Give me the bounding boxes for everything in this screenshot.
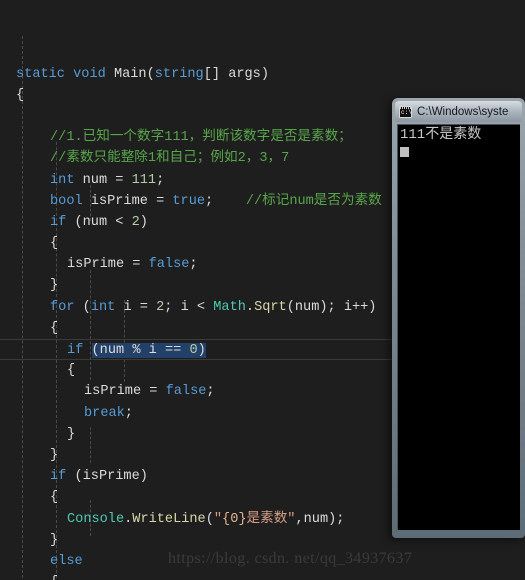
code-line[interactable]: static void Main(string[] args) (0, 64, 525, 85)
code-token: Console (67, 511, 125, 527)
code-token: { (50, 320, 59, 336)
code-token: } (50, 278, 59, 294)
code-token: ; (124, 405, 133, 421)
code-token: i (148, 343, 165, 359)
code-token: //标记num是否为素数 (245, 193, 382, 209)
console-window[interactable]: C:\Windows\syste 111不是素数 (392, 98, 525, 538)
code-token: break (84, 405, 125, 421)
code-token: } (50, 532, 59, 548)
code-token: void (73, 66, 106, 82)
code-token: { (16, 87, 25, 103)
code-token: = (149, 384, 166, 400)
code-token: (num); i++) (286, 299, 377, 315)
console-titlebar[interactable]: C:\Windows\syste (395, 101, 522, 122)
code-token: ; i (164, 299, 197, 315)
code-token: 是素数" (246, 511, 296, 527)
code-token: //1.已知一个数字111，判断该数字是否是素数； (50, 130, 352, 146)
code-token: ) (260, 66, 269, 82)
code-token: isPrime (82, 193, 157, 209)
code-token: ; (156, 172, 165, 188)
code-token: ( (91, 343, 100, 359)
code-token: {0} (222, 511, 247, 527)
code-token: = (139, 299, 157, 315)
code-token: Math (213, 299, 246, 315)
code-token: ( (146, 66, 155, 82)
code-token: int (50, 172, 75, 188)
code-token: Sqrt (254, 299, 287, 315)
code-token: i (115, 299, 140, 315)
code-token: isPrime (84, 384, 150, 400)
code-token: ) (139, 214, 148, 230)
code-token: = (115, 172, 132, 188)
code-token: { (67, 363, 76, 379)
code-token: ) (197, 343, 206, 359)
cmd-prompt-icon (399, 105, 412, 118)
code-token: true (172, 193, 206, 209)
code-token: = (132, 257, 149, 273)
code-token: //素数只能整除1和自己；例如2，3，7 (50, 151, 290, 167)
code-token: if (67, 343, 84, 359)
code-token: { (50, 236, 59, 252)
code-token: false (165, 384, 207, 400)
code-token: ; (206, 384, 215, 400)
code-token: { (50, 575, 58, 580)
code-token: % (132, 343, 149, 359)
code-token: 0 (189, 343, 198, 359)
console-output-area[interactable]: 111不是素数 (397, 124, 520, 530)
code-token: 111 (131, 172, 157, 188)
code-token: Main (113, 66, 147, 82)
code-token: args (228, 66, 261, 82)
code-token: } (50, 447, 59, 463)
code-token: ,num); (295, 511, 345, 527)
code-token: ; (205, 193, 246, 209)
console-output-line: 111不是素数 (400, 127, 482, 143)
code-token: } (67, 426, 76, 442)
code-token: ( (74, 299, 91, 315)
code-token: { (50, 490, 59, 506)
code-token: == (164, 343, 190, 359)
code-token: if (50, 214, 67, 230)
code-token: [] (203, 66, 229, 82)
code-token: isPrime (67, 257, 133, 273)
code-token: (num (66, 214, 116, 230)
code-token: num (74, 172, 116, 188)
code-token: ; (189, 257, 198, 273)
code-token: < (196, 299, 206, 315)
code-token: string (154, 66, 204, 82)
code-token: = (156, 193, 173, 209)
code-token: . (245, 299, 255, 315)
code-line[interactable]: { (0, 572, 525, 580)
code-token: ( (205, 511, 214, 527)
code-token: for (50, 299, 75, 315)
code-token: (isPrime) (66, 469, 148, 485)
console-cursor (400, 147, 409, 157)
code-token: static (16, 66, 65, 82)
code-token: " (213, 511, 223, 527)
code-token: false (148, 257, 190, 273)
code-token: 2 (131, 214, 140, 230)
code-token: else (50, 553, 83, 569)
code-token: num (99, 343, 133, 359)
code-token: if (50, 469, 67, 485)
code-token: int (90, 299, 116, 315)
console-window-title: C:\Windows\syste (417, 105, 509, 118)
code-token: bool (50, 193, 83, 209)
code-token: WriteLine (132, 511, 206, 527)
watermark-text: https://blog. csdn. net/qq_34937637 (168, 550, 413, 567)
